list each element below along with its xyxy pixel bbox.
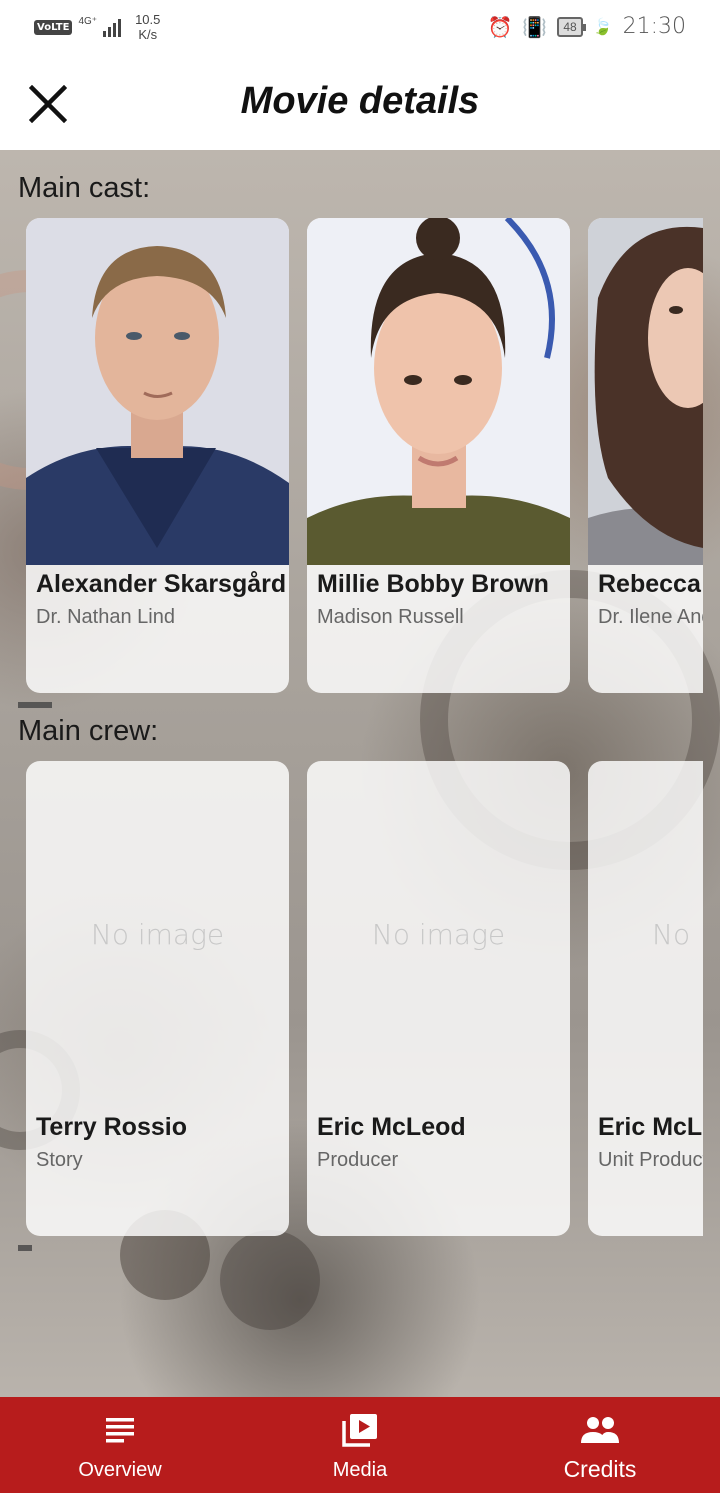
cast-photo [588, 218, 703, 565]
no-image-placeholder: No image [371, 918, 506, 951]
crew-card[interactable]: No Eric McL Unit Product [588, 761, 703, 1236]
no-image-placeholder: No [652, 918, 691, 951]
nav-media[interactable]: Media [240, 1397, 480, 1493]
app-bar: Movie details [0, 56, 720, 150]
crew-job: Producer [317, 1149, 399, 1171]
crew-row[interactable]: No image Terry Rossio Story No image Eri… [26, 761, 703, 1236]
nav-credits[interactable]: Credits [480, 1397, 720, 1493]
page-title: Movie details [240, 80, 480, 122]
cast-card[interactable]: Alexander Skarsgård Dr. Nathan Lind [26, 218, 289, 693]
cast-row[interactable]: Alexander Skarsgård Dr. Nathan Lind Mill… [26, 218, 703, 693]
cast-name: Rebecca [598, 570, 701, 598]
crew-name: Eric McLeod [317, 1113, 466, 1141]
crew-name: Terry Rossio [36, 1113, 187, 1141]
main-cast-label: Main cast: [18, 172, 151, 204]
network-type: 4G⁺ [78, 15, 98, 27]
cast-scroll-indicator [18, 702, 52, 708]
crew-card[interactable]: No image Terry Rossio Story [26, 761, 289, 1236]
play-library-icon [342, 1413, 378, 1447]
status-right: ⏰ 📳 48 🍃 21:30 [488, 14, 687, 39]
vibrate-icon: 📳 [522, 14, 548, 39]
cast-name: Alexander Skarsgård [36, 570, 287, 598]
main-crew-label: Main crew: [18, 715, 159, 747]
crew-name: Eric McL [598, 1113, 703, 1141]
leaf-icon: 🍃 [592, 17, 613, 36]
cast-card[interactable]: Rebecca Dr. Ilene And [588, 218, 703, 693]
volte-badge: VoLTE [34, 19, 73, 35]
alarm-icon: ⏰ [487, 14, 513, 39]
background-reel-shape [220, 1230, 320, 1330]
nav-overview[interactable]: Overview [0, 1397, 240, 1493]
list-icon [105, 1413, 135, 1447]
speed-value: 10.5 [135, 12, 161, 27]
crew-card[interactable]: No image Eric McLeod Producer [307, 761, 570, 1236]
clock: 21:30 [622, 14, 686, 39]
status-bar: VoLTE 4G⁺ 10.5 K/s ⏰ 📳 48 🍃 21:30 [0, 0, 720, 56]
nav-media-label: Media [332, 1459, 388, 1481]
credits-content[interactable]: Main cast: Alexander Skarsgård Dr. Natha… [0, 150, 720, 1397]
cast-character: Madison Russell [317, 606, 464, 628]
speed-unit: K/s [138, 27, 158, 42]
status-left: VoLTE 4G⁺ 10.5 K/s [34, 12, 160, 42]
cast-character: Dr. Ilene And [598, 606, 703, 628]
bottom-navigation: Overview Media Credits [0, 1397, 720, 1493]
people-icon [580, 1413, 620, 1447]
nav-credits-label: Credits [563, 1456, 637, 1482]
signal-icon [103, 17, 122, 37]
cast-photo [26, 218, 289, 565]
cast-photo [307, 218, 570, 565]
cast-name: Millie Bobby Brown [317, 570, 549, 598]
network-speed: 10.5 K/s [135, 12, 160, 42]
crew-scroll-indicator [18, 1245, 32, 1251]
no-image-placeholder: No image [90, 918, 225, 951]
cast-character: Dr. Nathan Lind [36, 606, 175, 628]
battery-icon: 48 [557, 16, 587, 37]
crew-job: Story [36, 1149, 83, 1171]
nav-overview-label: Overview [78, 1459, 162, 1481]
crew-job: Unit Product [598, 1149, 703, 1171]
cast-card[interactable]: Millie Bobby Brown Madison Russell [307, 218, 570, 693]
